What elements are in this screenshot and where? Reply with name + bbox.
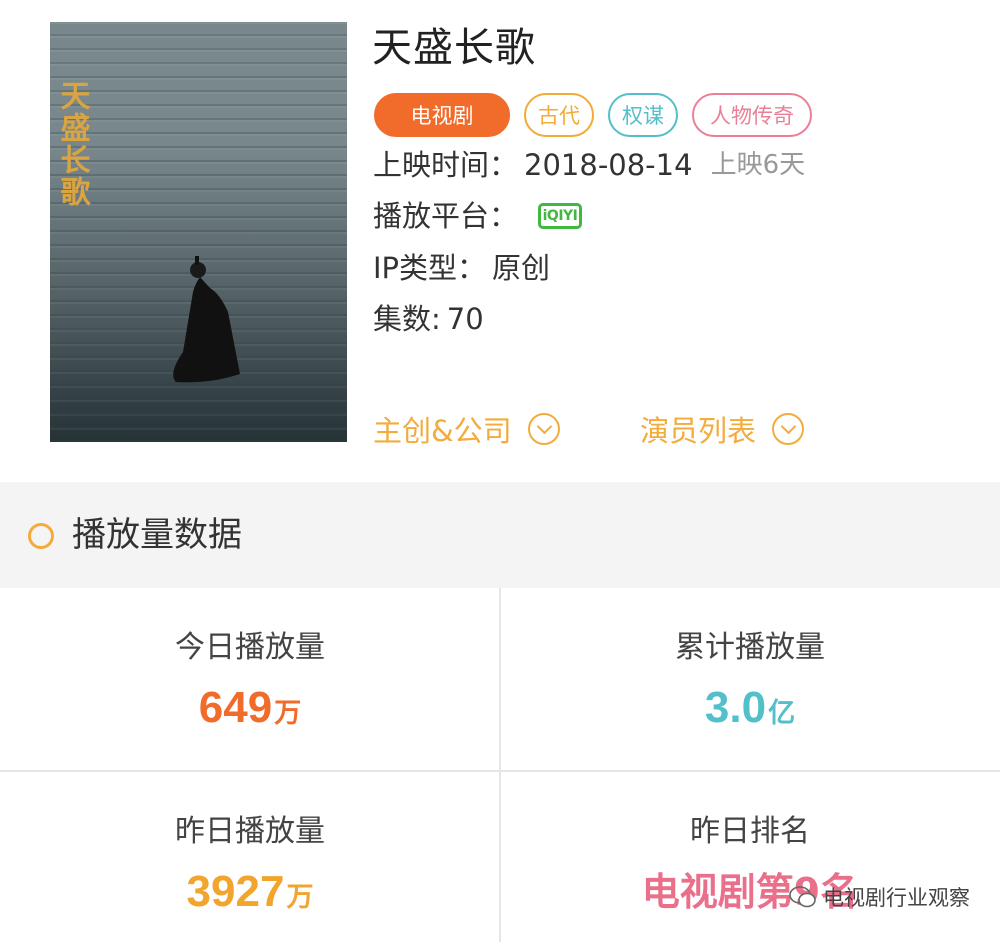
stat-number: 3.0 <box>704 683 767 732</box>
tag-ancient[interactable]: 古代 <box>524 93 594 137</box>
show-header: 天盛长歌 天盛长歌 电视剧 古代 权谋 人物传奇 上映时间： 2018-08-1… <box>0 0 1000 482</box>
cast-link[interactable]: 演员列表 <box>640 408 805 450</box>
creators-link[interactable]: 主创&公司 <box>373 408 560 450</box>
stat-yesterday-views: 昨日播放量 3927万 <box>0 772 500 942</box>
episodes-label: 集数: <box>373 302 441 336</box>
ip-label: IP类型： <box>373 251 487 285</box>
creators-link-label: 主创&公司 <box>373 414 512 448</box>
watermark: 电视剧行业观察 <box>789 882 970 912</box>
poster-image[interactable]: 天盛长歌 <box>50 22 347 442</box>
release-row: 上映时间： 2018-08-14 上映6天 <box>373 145 805 185</box>
iqiyi-logo-icon[interactable]: iQIYI <box>538 203 583 229</box>
stat-unit: 万 <box>274 698 302 729</box>
cast-link-label: 演员列表 <box>640 414 757 448</box>
stat-number: 3927 <box>186 867 285 916</box>
release-label: 上映时间： <box>373 148 519 182</box>
genre-tags: 电视剧 古代 权谋 人物传奇 <box>374 93 812 137</box>
stat-unit: 亿 <box>768 698 796 729</box>
stat-yesterday-rank: 昨日排名 电视剧第9名 <box>500 772 1000 942</box>
platform-row: 播放平台： iQIYI <box>373 196 583 236</box>
ip-row: IP类型： 原创 <box>373 248 550 288</box>
stat-label: 昨日排名 <box>690 814 810 849</box>
stat-value: 3927万 <box>0 864 500 929</box>
circle-icon <box>28 523 54 549</box>
episodes-value: 70 <box>446 302 484 336</box>
watermark-text: 电视剧行业观察 <box>823 886 970 910</box>
tag-tv-series[interactable]: 电视剧 <box>374 93 510 137</box>
release-days: 上映6天 <box>710 150 806 180</box>
stat-total-views: 累计播放量 3.0亿 <box>500 588 1000 770</box>
ip-value: 原创 <box>492 251 551 285</box>
stat-today-views: 今日播放量 649万 <box>0 588 500 770</box>
tag-biography[interactable]: 人物传奇 <box>692 93 812 137</box>
platform-label: 播放平台： <box>373 199 519 233</box>
chevron-down-icon <box>527 413 560 445</box>
release-date: 2018-08-14 <box>524 148 693 182</box>
stat-label: 昨日播放量 <box>175 814 325 849</box>
wechat-icon <box>789 886 816 908</box>
stat-value: 649万 <box>0 680 500 745</box>
poster-title: 天盛长歌 <box>55 80 91 208</box>
stat-value: 3.0亿 <box>500 680 1000 745</box>
stat-label: 累计播放量 <box>675 630 825 665</box>
stat-unit: 万 <box>286 882 314 913</box>
chevron-down-icon <box>772 413 805 445</box>
section-header: 播放量数据 <box>0 482 1000 588</box>
tag-intrigue[interactable]: 权谋 <box>608 93 678 137</box>
show-title: 天盛长歌 <box>372 25 536 71</box>
section-title: 播放量数据 <box>72 515 242 555</box>
episodes-row: 集数: 70 <box>373 299 484 339</box>
poster-art: 天盛长歌 <box>50 22 347 442</box>
stat-label: 今日播放量 <box>175 630 325 665</box>
stat-number: 649 <box>198 683 273 732</box>
